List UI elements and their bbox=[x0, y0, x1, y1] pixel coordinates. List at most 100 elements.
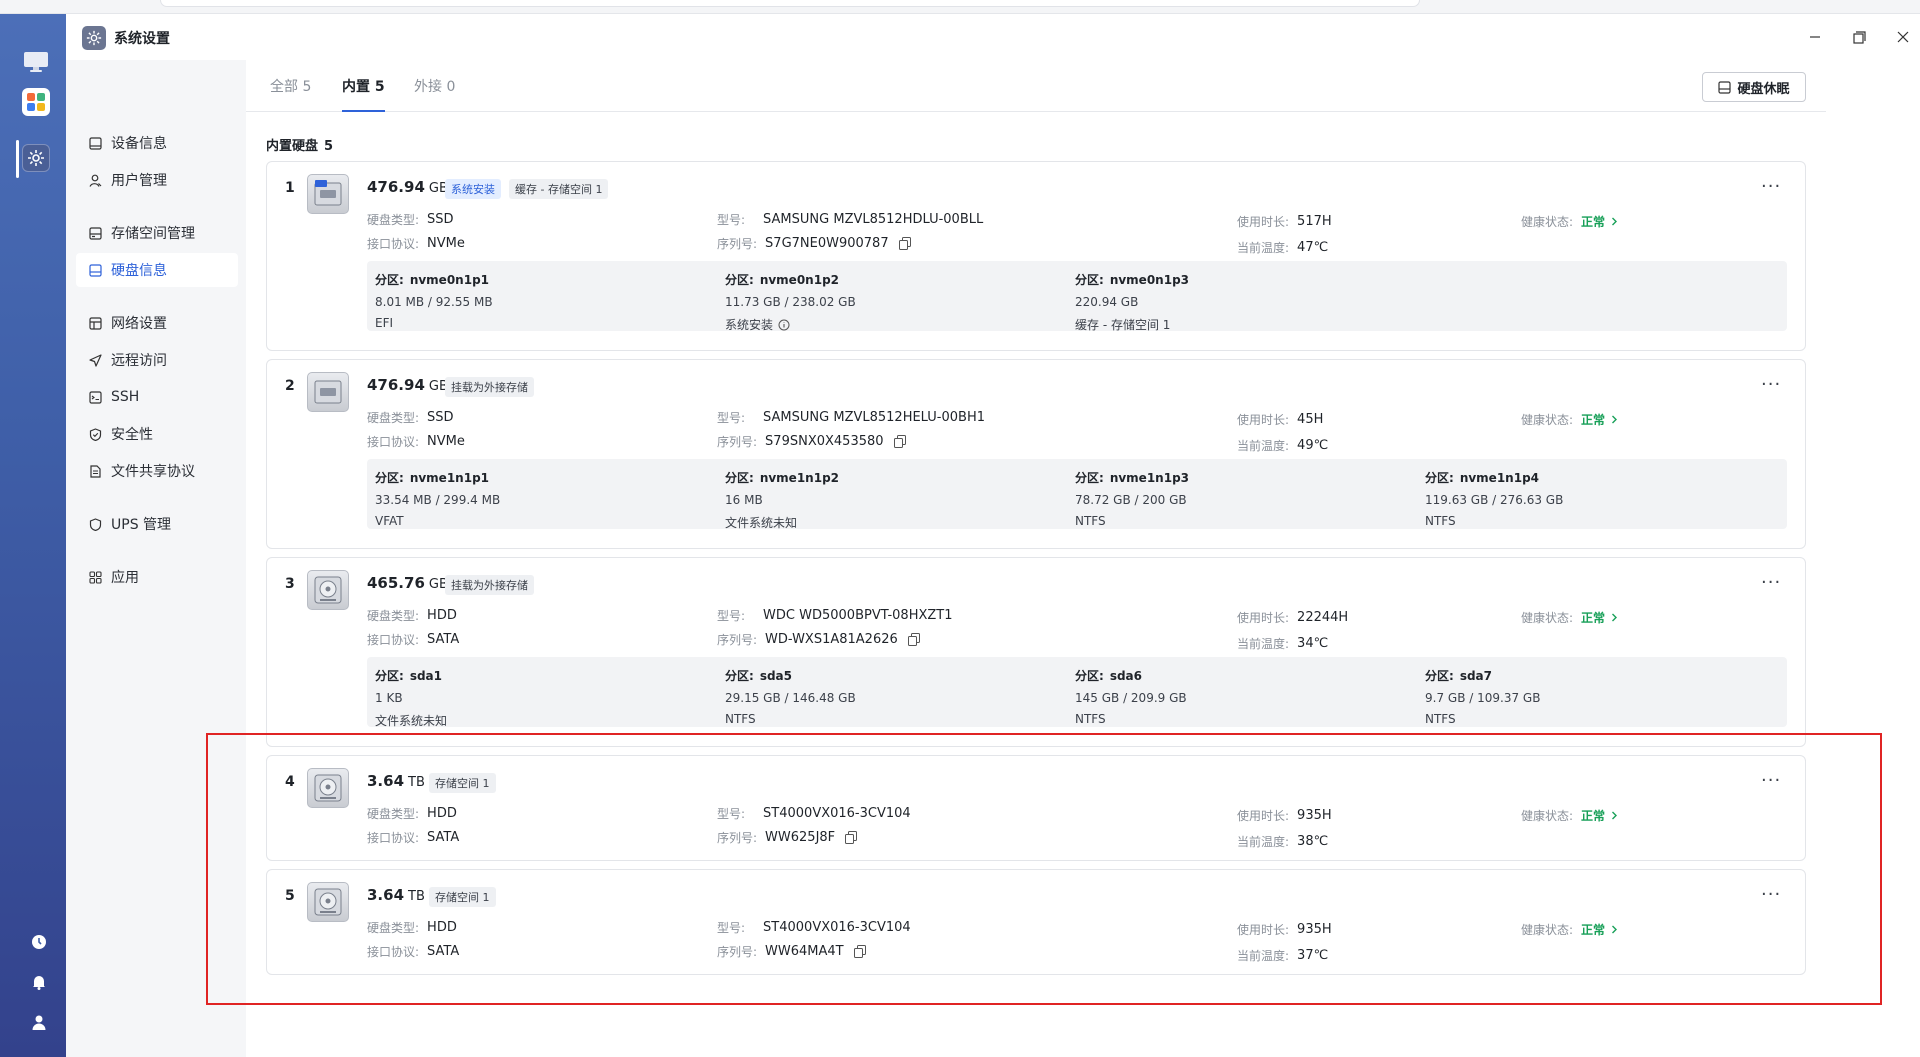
ssd-disk-icon bbox=[307, 174, 349, 214]
partition-item: 分区: nvme0n1p1 8.01 MB / 92.55 MB EFI bbox=[375, 271, 715, 330]
partition-fs: VFAT bbox=[375, 514, 404, 528]
field-value: S79SNX0X453580 bbox=[765, 434, 884, 449]
serial-field: 序列号: WD-WXS1A81A2626 bbox=[717, 631, 920, 648]
sidebar-item-ssh[interactable]: SSH bbox=[76, 380, 238, 414]
hdd-disk-icon bbox=[307, 882, 349, 922]
more-options-button[interactable]: ··· bbox=[1761, 374, 1781, 395]
field-value: NVMe bbox=[427, 236, 465, 251]
temperature-field: 当前温度: 49℃ bbox=[1237, 437, 1328, 454]
partition-item: 分区: sda7 9.7 GB / 109.37 GB NTFS bbox=[1425, 667, 1765, 726]
sidebar-item-label: 文件共享协议 bbox=[111, 464, 195, 480]
health-status-link[interactable]: 健康状态: 正常 bbox=[1521, 807, 1618, 824]
temperature-field: 当前温度: 47℃ bbox=[1237, 239, 1328, 256]
health-status-link[interactable]: 健康状态: 正常 bbox=[1521, 411, 1618, 428]
sidebar-item-storage[interactable]: 存储空间管理 bbox=[76, 216, 238, 250]
field-value: SATA bbox=[427, 632, 460, 647]
partition-label: 分区: bbox=[725, 273, 754, 287]
hdd-disk-icon bbox=[307, 570, 349, 610]
partition-fs: NTFS bbox=[1075, 712, 1106, 726]
power-icon[interactable] bbox=[29, 1052, 49, 1057]
field-label: 接口协议: bbox=[367, 945, 420, 959]
settings-sidebar: 设备信息 用户管理 存储空间管理 硬盘信息 网络设置 远程访问 SSH 安全性 … bbox=[66, 60, 246, 1057]
disk-icon bbox=[88, 263, 102, 277]
field-label: 接口协议: bbox=[367, 237, 420, 251]
partition-item: 分区: nvme1n1p3 78.72 GB / 200 GB NTFS bbox=[1075, 469, 1415, 528]
sidebar-item-security[interactable]: 安全性 bbox=[76, 417, 238, 451]
sidebar-item-file-sharing[interactable]: 文件共享协议 bbox=[76, 454, 238, 488]
field-label: 硬盘类型: bbox=[367, 609, 420, 623]
more-options-button[interactable]: ··· bbox=[1761, 176, 1781, 197]
health-status-link[interactable]: 健康状态: 正常 bbox=[1521, 609, 1618, 626]
tab-internal[interactable]: 内置 5 bbox=[342, 76, 385, 112]
monitor-app-icon[interactable] bbox=[22, 48, 50, 76]
disk-card-1: 1 476.94 GB 系统安装 缓存 - 存储空间 1 硬盘类型: SSD 接口协议… bbox=[266, 161, 1806, 351]
health-value: 正常 bbox=[1581, 923, 1606, 937]
top-search-bar[interactable] bbox=[160, 0, 1420, 7]
copy-icon[interactable] bbox=[893, 435, 906, 448]
sidebar-item-apps[interactable]: 应用 bbox=[76, 560, 238, 594]
partition-size: 220.94 GB bbox=[1075, 295, 1139, 309]
partition-name-value: nvme1n1p1 bbox=[409, 471, 490, 485]
uptime-field: 使用时长: 45H bbox=[1237, 411, 1323, 428]
disk-capacity-value: 476.94 bbox=[367, 178, 425, 196]
interface-field: 接口协议: SATA bbox=[367, 829, 459, 846]
copy-icon[interactable] bbox=[898, 237, 911, 250]
disk-tags: 挂载为外接存储 bbox=[435, 377, 534, 397]
health-status-link[interactable]: 健康状态: 正常 bbox=[1521, 213, 1618, 230]
more-options-button[interactable]: ··· bbox=[1761, 572, 1781, 593]
field-value: 22244H bbox=[1297, 610, 1349, 625]
more-options-button[interactable]: ··· bbox=[1761, 884, 1781, 905]
interface-field: 接口协议: SATA bbox=[367, 631, 459, 648]
more-options-button[interactable]: ··· bbox=[1761, 770, 1781, 791]
field-label: 硬盘类型: bbox=[367, 807, 420, 821]
partition-panel: 分区: nvme1n1p1 33.54 MB / 299.4 MB VFAT 分区… bbox=[367, 459, 1787, 530]
disk-tags: 存储空间 1 bbox=[419, 887, 496, 907]
sidebar-item-ups[interactable]: UPS 管理 bbox=[76, 507, 238, 541]
model-field: 型号: ST4000VX016-3CV104 bbox=[717, 919, 911, 936]
clock-icon[interactable] bbox=[29, 932, 49, 952]
field-label: 当前温度: bbox=[1237, 439, 1290, 453]
health-value: 正常 bbox=[1581, 809, 1606, 823]
uptime-field: 使用时长: 517H bbox=[1237, 213, 1332, 230]
minimize-button[interactable] bbox=[1804, 26, 1826, 48]
partition-name: 分区: nvme0n1p2 bbox=[725, 271, 1065, 288]
partition-name-value: sda7 bbox=[1459, 669, 1492, 683]
partition-label: 分区: bbox=[1075, 273, 1104, 287]
field-label: 使用时长: bbox=[1237, 923, 1290, 937]
app-center-icon[interactable] bbox=[22, 88, 50, 116]
bell-icon[interactable] bbox=[29, 972, 49, 992]
sidebar-item-network[interactable]: 网络设置 bbox=[76, 306, 238, 340]
terminal-icon bbox=[88, 390, 102, 404]
temperature-field: 当前温度: 34℃ bbox=[1237, 635, 1328, 652]
tab-external[interactable]: 外接 0 bbox=[414, 76, 455, 112]
maximize-button[interactable] bbox=[1848, 26, 1870, 48]
settings-app-icon[interactable] bbox=[22, 144, 50, 172]
tab-all[interactable]: 全部 5 bbox=[270, 76, 311, 112]
disk-sleep-button[interactable]: 硬盘休眠 bbox=[1702, 72, 1806, 102]
info-icon[interactable] bbox=[778, 319, 790, 331]
ups-shield-icon bbox=[88, 517, 102, 531]
partition-item: 分区: nvme0n1p2 11.73 GB / 238.02 GB 系统安装 bbox=[725, 271, 1065, 333]
uptime-field: 使用时长: 935H bbox=[1237, 807, 1332, 824]
sidebar-item-label: 网络设置 bbox=[111, 316, 167, 332]
field-label: 硬盘类型: bbox=[367, 411, 420, 425]
copy-icon[interactable] bbox=[907, 633, 920, 646]
disk-index: 5 bbox=[285, 888, 295, 904]
sidebar-item-users[interactable]: 用户管理 bbox=[76, 163, 238, 197]
field-label: 健康状态: bbox=[1521, 809, 1574, 823]
copy-icon[interactable] bbox=[853, 945, 866, 958]
partition-fs: NTFS bbox=[725, 712, 756, 726]
sidebar-item-remote-access[interactable]: 远程访问 bbox=[76, 343, 238, 377]
user-account-icon[interactable] bbox=[29, 1012, 49, 1032]
close-button[interactable] bbox=[1892, 26, 1914, 48]
sidebar-item-disk-info[interactable]: 硬盘信息 bbox=[76, 253, 238, 287]
model-field: 型号: SAMSUNG MZVL8512HDLU-00BLL bbox=[717, 211, 983, 228]
health-status-link[interactable]: 健康状态: 正常 bbox=[1521, 921, 1618, 938]
field-label: 硬盘类型: bbox=[367, 921, 420, 935]
copy-icon[interactable] bbox=[845, 831, 858, 844]
sidebar-item-device-info[interactable]: 设备信息 bbox=[76, 126, 238, 160]
field-label: 健康状态: bbox=[1521, 215, 1574, 229]
ssd-disk-icon bbox=[307, 372, 349, 412]
disk-type-field: 硬盘类型: HDD bbox=[367, 607, 457, 624]
active-app-indicator bbox=[16, 140, 19, 178]
